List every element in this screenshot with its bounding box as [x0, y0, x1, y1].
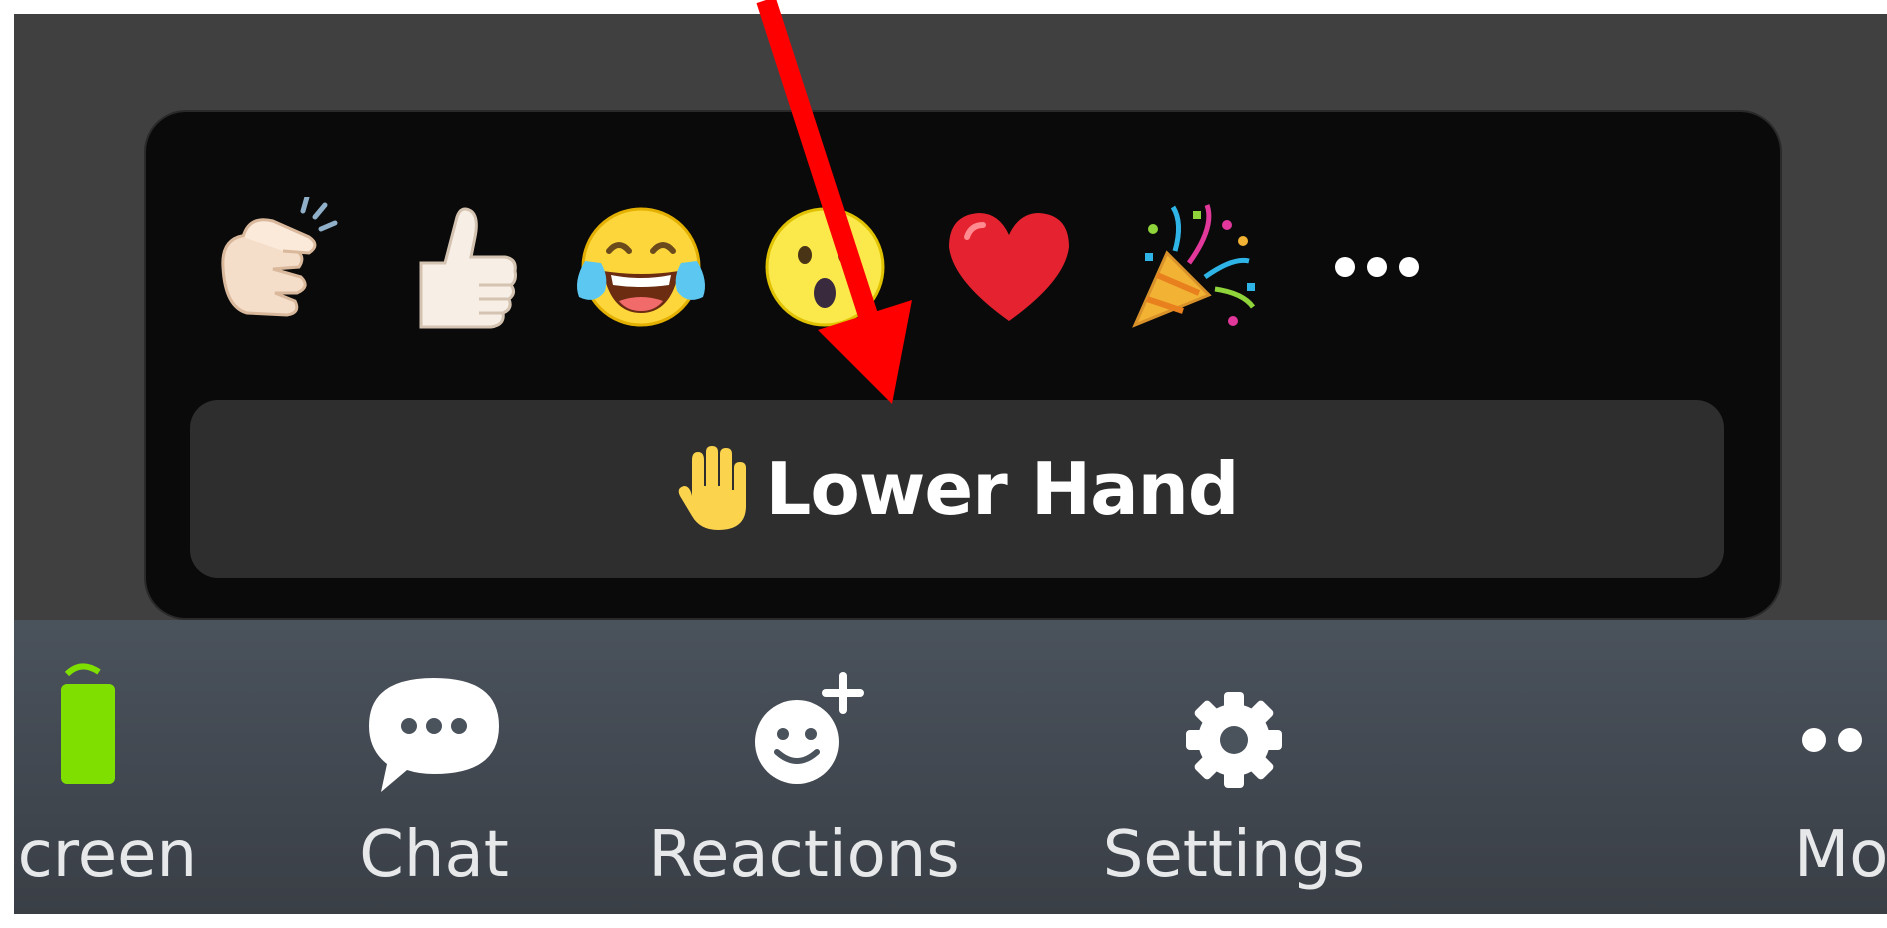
toolbar-label-reactions: Reactions [648, 818, 960, 892]
chat-bubble-icon [369, 678, 499, 792]
clapping-hands-icon[interactable] [198, 192, 348, 342]
more-dots-icon [1802, 728, 1862, 752]
raised-hand-icon [678, 446, 746, 530]
reactions-popup: Lower Hand [146, 112, 1780, 618]
meeting-toolbar: Screen Chat [14, 620, 1887, 914]
meeting-window: Lower Hand Screen [14, 14, 1887, 914]
red-heart-icon[interactable] [934, 192, 1084, 342]
lower-hand-label: Lower Hand [765, 447, 1240, 531]
toolbar-label-chat: Chat [359, 818, 509, 892]
open-mouth-icon[interactable] [750, 192, 900, 342]
emoji-row [146, 112, 1780, 402]
share-screen-button[interactable]: Screen [14, 620, 197, 914]
tears-of-joy-icon[interactable] [566, 192, 716, 342]
chat-button[interactable]: Chat [344, 620, 524, 914]
more-reactions-icon[interactable] [1302, 192, 1452, 342]
more-button[interactable]: Mo [1794, 620, 1887, 914]
gear-icon [1186, 692, 1282, 788]
party-popper-icon[interactable] [1118, 192, 1268, 342]
toolbar-label-settings: Settings [1102, 818, 1366, 892]
lower-hand-button[interactable]: Lower Hand [190, 400, 1724, 578]
reactions-button[interactable]: Reactions [648, 620, 960, 914]
toolbar-label-screen: Screen [14, 818, 198, 892]
screenshot-frame: Lower Hand Screen [0, 0, 1887, 928]
settings-button[interactable]: Settings [1094, 620, 1374, 914]
toolbar-label-more: Mo [1794, 818, 1887, 892]
share-screen-icon [61, 663, 115, 784]
smiley-plus-icon [755, 672, 864, 784]
thumbs-up-icon[interactable] [382, 192, 532, 342]
